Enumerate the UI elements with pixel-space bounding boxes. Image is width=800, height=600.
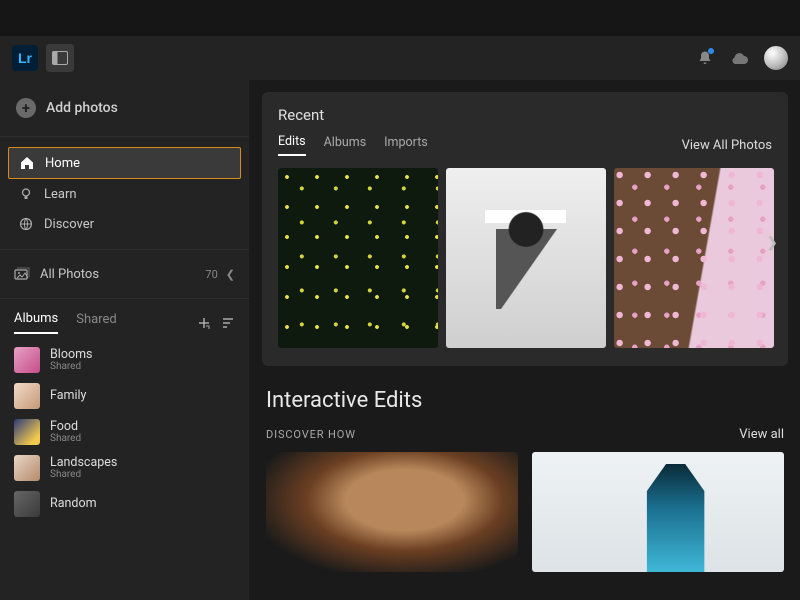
interactive-edits-section: Interactive Edits DISCOVER HOW View all [266, 388, 784, 572]
recent-next-button[interactable]: ❯ [760, 229, 784, 257]
image-stack-icon [14, 266, 30, 282]
interactive-edit-thumb[interactable] [532, 452, 784, 572]
cloud-icon [729, 51, 749, 65]
cloud-sync-button[interactable] [728, 47, 750, 69]
recent-tab-albums[interactable]: Albums [324, 135, 367, 155]
album-name: Family [50, 389, 86, 403]
album-sublabel: Shared [50, 469, 117, 480]
add-photos-label: Add photos [46, 100, 118, 116]
album-thumbnail [14, 491, 40, 517]
album-name: Landscapes [50, 456, 117, 470]
nav-discover[interactable]: Discover [8, 209, 241, 239]
album-item[interactable]: Family [10, 378, 239, 414]
sidebar: + Add photos Home Learn Discover All Pho… [0, 80, 250, 600]
nav-label: Discover [44, 217, 94, 232]
plus-icon [197, 316, 211, 330]
app-logo[interactable]: Lr [12, 45, 38, 71]
chevron-right-icon: ❯ [766, 235, 778, 251]
add-album-button[interactable] [197, 316, 211, 330]
album-sublabel: Shared [50, 433, 81, 444]
interactive-edits-row [266, 452, 784, 572]
all-photos-label: All Photos [40, 267, 99, 282]
sort-albums-button[interactable] [221, 316, 235, 330]
notifications-button[interactable] [694, 47, 716, 69]
album-item[interactable]: FoodShared [10, 414, 239, 450]
album-item[interactable]: BloomsShared [10, 342, 239, 378]
album-name: Random [50, 497, 97, 511]
recent-photo-thumb[interactable] [614, 168, 774, 348]
interactive-edit-thumb[interactable] [266, 452, 518, 572]
recent-tabs: Edits Albums Imports View All Photos [278, 134, 772, 156]
panel-icon [52, 51, 68, 65]
window-top-strip [0, 0, 800, 36]
lightbulb-icon [18, 186, 34, 202]
plus-circle-icon: + [16, 98, 36, 118]
sort-icon [221, 316, 235, 330]
recent-title: Recent [278, 106, 772, 124]
album-thumbnail [14, 383, 40, 409]
nav-label: Learn [44, 187, 77, 202]
album-thumbnail [14, 419, 40, 445]
view-all-photos-link[interactable]: View All Photos [682, 138, 772, 153]
album-thumbnail [14, 347, 40, 373]
albums-tab-albums[interactable]: Albums [14, 311, 58, 334]
albums-header: Albums Shared [0, 299, 249, 334]
all-photos-count: 70 [205, 268, 217, 281]
recent-panel: Recent Edits Albums Imports View All Pho… [262, 92, 788, 366]
album-thumbnail [14, 455, 40, 481]
recent-photo-thumb[interactable] [278, 168, 438, 348]
panel-toggle-button[interactable] [46, 44, 74, 72]
globe-icon [18, 216, 34, 232]
content-area: Recent Edits Albums Imports View All Pho… [250, 80, 800, 600]
chevron-left-icon: ❮ [226, 268, 235, 281]
account-avatar[interactable] [764, 46, 788, 70]
add-photos-button[interactable]: + Add photos [0, 80, 249, 137]
notification-dot-icon [708, 48, 714, 54]
album-item[interactable]: LandscapesShared [10, 450, 239, 486]
recent-tab-imports[interactable]: Imports [384, 135, 428, 155]
home-icon [19, 155, 35, 171]
albums-tab-shared[interactable]: Shared [76, 312, 116, 333]
nav-label: Home [45, 156, 80, 171]
album-name: Blooms [50, 348, 93, 362]
nav-learn[interactable]: Learn [8, 179, 241, 209]
recent-tab-edits[interactable]: Edits [278, 134, 306, 156]
nav-home[interactable]: Home [8, 147, 241, 179]
album-list: BloomsShared Family FoodShared Landscape… [0, 334, 249, 530]
album-name: Food [50, 420, 81, 434]
interactive-edits-title: Interactive Edits [266, 388, 784, 413]
interactive-edits-subtitle: DISCOVER HOW [266, 428, 356, 441]
album-sublabel: Shared [50, 361, 93, 372]
recent-photo-thumb[interactable] [446, 168, 606, 348]
primary-nav: Home Learn Discover [0, 137, 249, 250]
recent-thumbnails [278, 168, 772, 348]
all-photos-row[interactable]: All Photos 70 ❮ [0, 250, 249, 299]
interactive-edits-view-all-link[interactable]: View all [739, 427, 784, 442]
title-bar: Lr [0, 36, 800, 80]
album-item[interactable]: Random [10, 486, 239, 522]
